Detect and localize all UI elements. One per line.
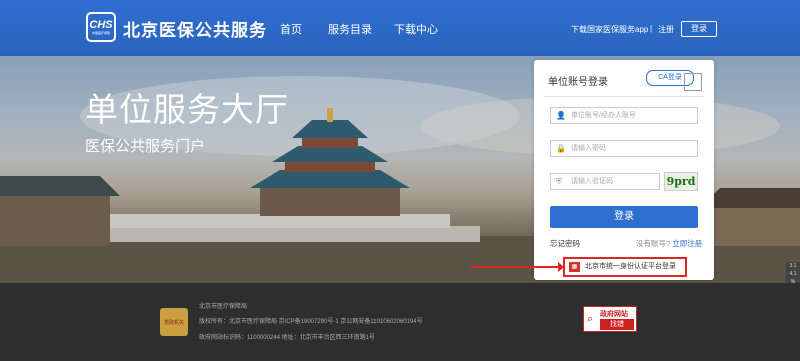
side-tool-1[interactable]: 3.1	[786, 262, 800, 270]
forgot-password-link[interactable]: 忘记密码	[550, 238, 580, 249]
no-account-text: 没有账号? 立即注册	[636, 238, 702, 249]
logo-text: CHS	[89, 18, 113, 31]
nav-download-center[interactable]: 下载中心	[394, 21, 438, 37]
download-app-link[interactable]: 下载国家医保服务app	[571, 24, 648, 35]
account-placeholder: 单位账号/经办人账号	[571, 112, 636, 119]
captcha-placeholder: 请输入验证码	[571, 178, 613, 185]
unified-identity-login-button[interactable]: ▦ 北京市统一身份认证平台登录	[563, 257, 687, 277]
no-account-label: 没有账号?	[636, 239, 671, 248]
hero-subtitle: 医保公共服务门户	[85, 138, 206, 155]
footer-org: 北京市医疗保障局	[199, 304, 248, 310]
magnifier-icon: ⌕	[587, 313, 594, 325]
gov-badge-top: 政府网站	[600, 311, 628, 318]
gov-site-error-report-badge[interactable]: ⌕ 政府网站 找错	[583, 306, 637, 332]
register-now-link[interactable]: 立即注册	[672, 239, 702, 248]
gov-badge-bottom: 找错	[600, 319, 634, 330]
header-login-button[interactable]: 登录	[681, 21, 717, 37]
login-submit-button[interactable]: 登录	[550, 206, 698, 228]
separator: |	[650, 24, 653, 33]
side-tool-2[interactable]: 4.1	[786, 270, 800, 278]
top-navigation-bar: CHS 中国医疗保障 北京医保公共服务 首页 服务目录 下载中心 下载国家医保服…	[0, 0, 800, 56]
qr-code-icon: ▦	[569, 262, 580, 272]
nav-service-catalog[interactable]: 服务目录	[328, 21, 372, 37]
password-input[interactable]: 🔒 请输入密码	[550, 140, 698, 157]
account-input[interactable]: 👤 单位账号/经办人账号	[550, 107, 698, 124]
party-government-emblem[interactable]: 党政机关	[160, 308, 188, 336]
login-panel-title: 单位账号登录	[548, 77, 608, 88]
nav-home[interactable]: 首页	[280, 21, 302, 37]
site-title[interactable]: 北京医保公共服务	[123, 16, 267, 41]
footer-address: 政府网站标识码：1100000244 地址：北京市丰台区西三环南路1号	[199, 335, 375, 341]
chs-logo[interactable]: CHS 中国医疗保障	[86, 12, 116, 42]
unified-login-label: 北京市统一身份认证平台登录	[585, 263, 676, 270]
login-panel: 单位账号登录 CA登录 👤 单位账号/经办人账号 🔒 请输入密码 ⛨ 请输入验证…	[534, 60, 714, 280]
logo-subtext: 中国医疗保障	[91, 30, 110, 35]
hero-title: 单位服务大厅	[85, 91, 289, 128]
captcha-input[interactable]: ⛨ 请输入验证码	[550, 173, 660, 190]
footer: 党政机关 北京市医疗保障局 版权所有：北京市医疗保障局 京ICP备1900729…	[0, 283, 800, 361]
password-placeholder: 请输入密码	[571, 145, 606, 152]
captcha-image[interactable]: 9prd	[664, 172, 698, 191]
user-icon: 👤	[556, 111, 566, 120]
qr-code-corner-icon[interactable]	[684, 73, 702, 91]
divider	[544, 96, 704, 97]
footer-copyright: 版权所有：北京市医疗保障局 京ICP备19007290号-1 京公网安备1101…	[199, 319, 423, 325]
register-link[interactable]: 注册	[658, 24, 674, 35]
shield-icon: ⛨	[556, 177, 562, 186]
lock-icon: 🔒	[556, 144, 566, 153]
red-arrow-annotation	[470, 262, 564, 272]
